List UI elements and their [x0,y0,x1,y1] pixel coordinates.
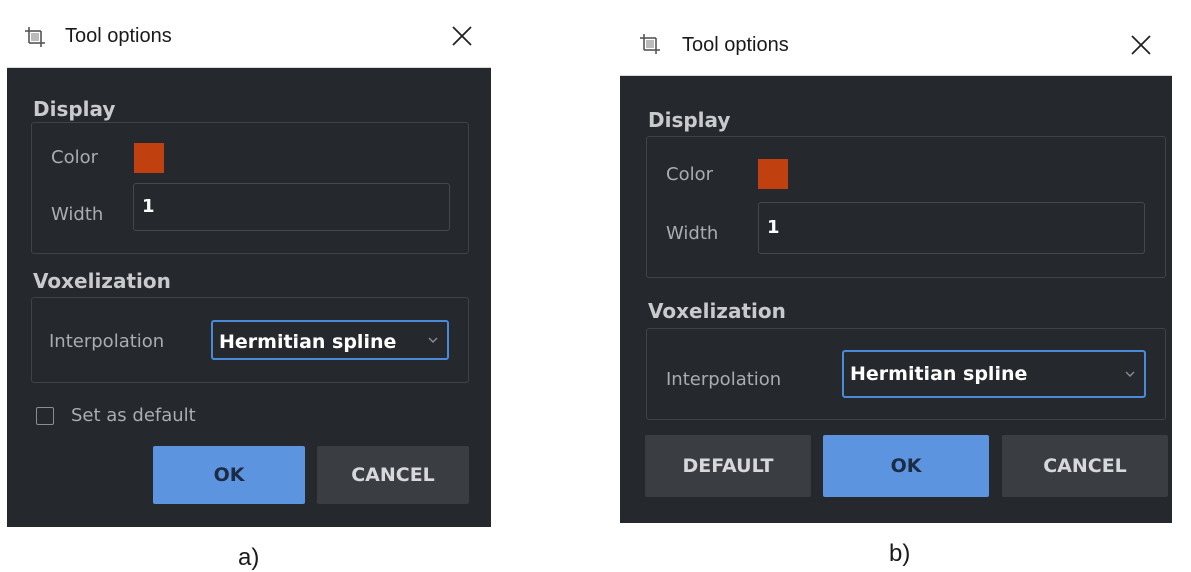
interpolation-select[interactable]: Hermitian spline [211,320,449,360]
display-section-title: Display [648,108,731,132]
title-bar: Tool options [7,7,491,68]
interpolation-value: Hermitian spline [219,331,397,353]
interpolation-value: Hermitian spline [850,363,1028,385]
default-button[interactable]: DEFAULT [645,435,811,497]
ok-button[interactable]: OK [823,435,989,497]
chevron-down-icon [428,337,438,343]
interpolation-select[interactable]: Hermitian spline [842,350,1146,398]
interpolation-label: Interpolation [666,369,782,390]
color-swatch[interactable] [758,159,788,189]
voxelization-section-title: Voxelization [33,269,171,293]
ok-button[interactable]: OK [153,446,305,504]
interpolation-label: Interpolation [49,331,165,352]
chevron-down-icon [1125,371,1135,377]
color-swatch[interactable] [134,143,164,173]
close-icon[interactable] [449,23,475,49]
width-field[interactable]: 1 [133,183,450,231]
window-title: Tool options [682,34,789,56]
width-label: Width [51,204,104,225]
caption-a: a) [238,544,260,571]
caption-b: b) [889,540,911,567]
display-section-title: Display [33,97,116,121]
window-title: Tool options [65,25,172,47]
cancel-button[interactable]: CANCEL [317,446,469,504]
tool-options-dialog-b: Tool options Display Color Width 1 Voxel… [620,12,1172,523]
width-label: Width [666,223,719,244]
crop-frame-icon [25,27,45,47]
color-label: Color [51,147,98,168]
tool-options-dialog-a: Tool options Display Color Width 1 Voxel… [7,7,491,527]
cancel-button[interactable]: CANCEL [1002,435,1168,497]
close-icon[interactable] [1128,32,1154,58]
set-default-checkbox[interactable] [36,407,54,425]
title-bar: Tool options [620,12,1172,76]
crop-frame-icon [640,34,660,54]
voxelization-section-title: Voxelization [648,299,786,323]
color-label: Color [666,164,713,185]
width-field[interactable]: 1 [758,202,1145,254]
set-default-label: Set as default [71,405,196,426]
